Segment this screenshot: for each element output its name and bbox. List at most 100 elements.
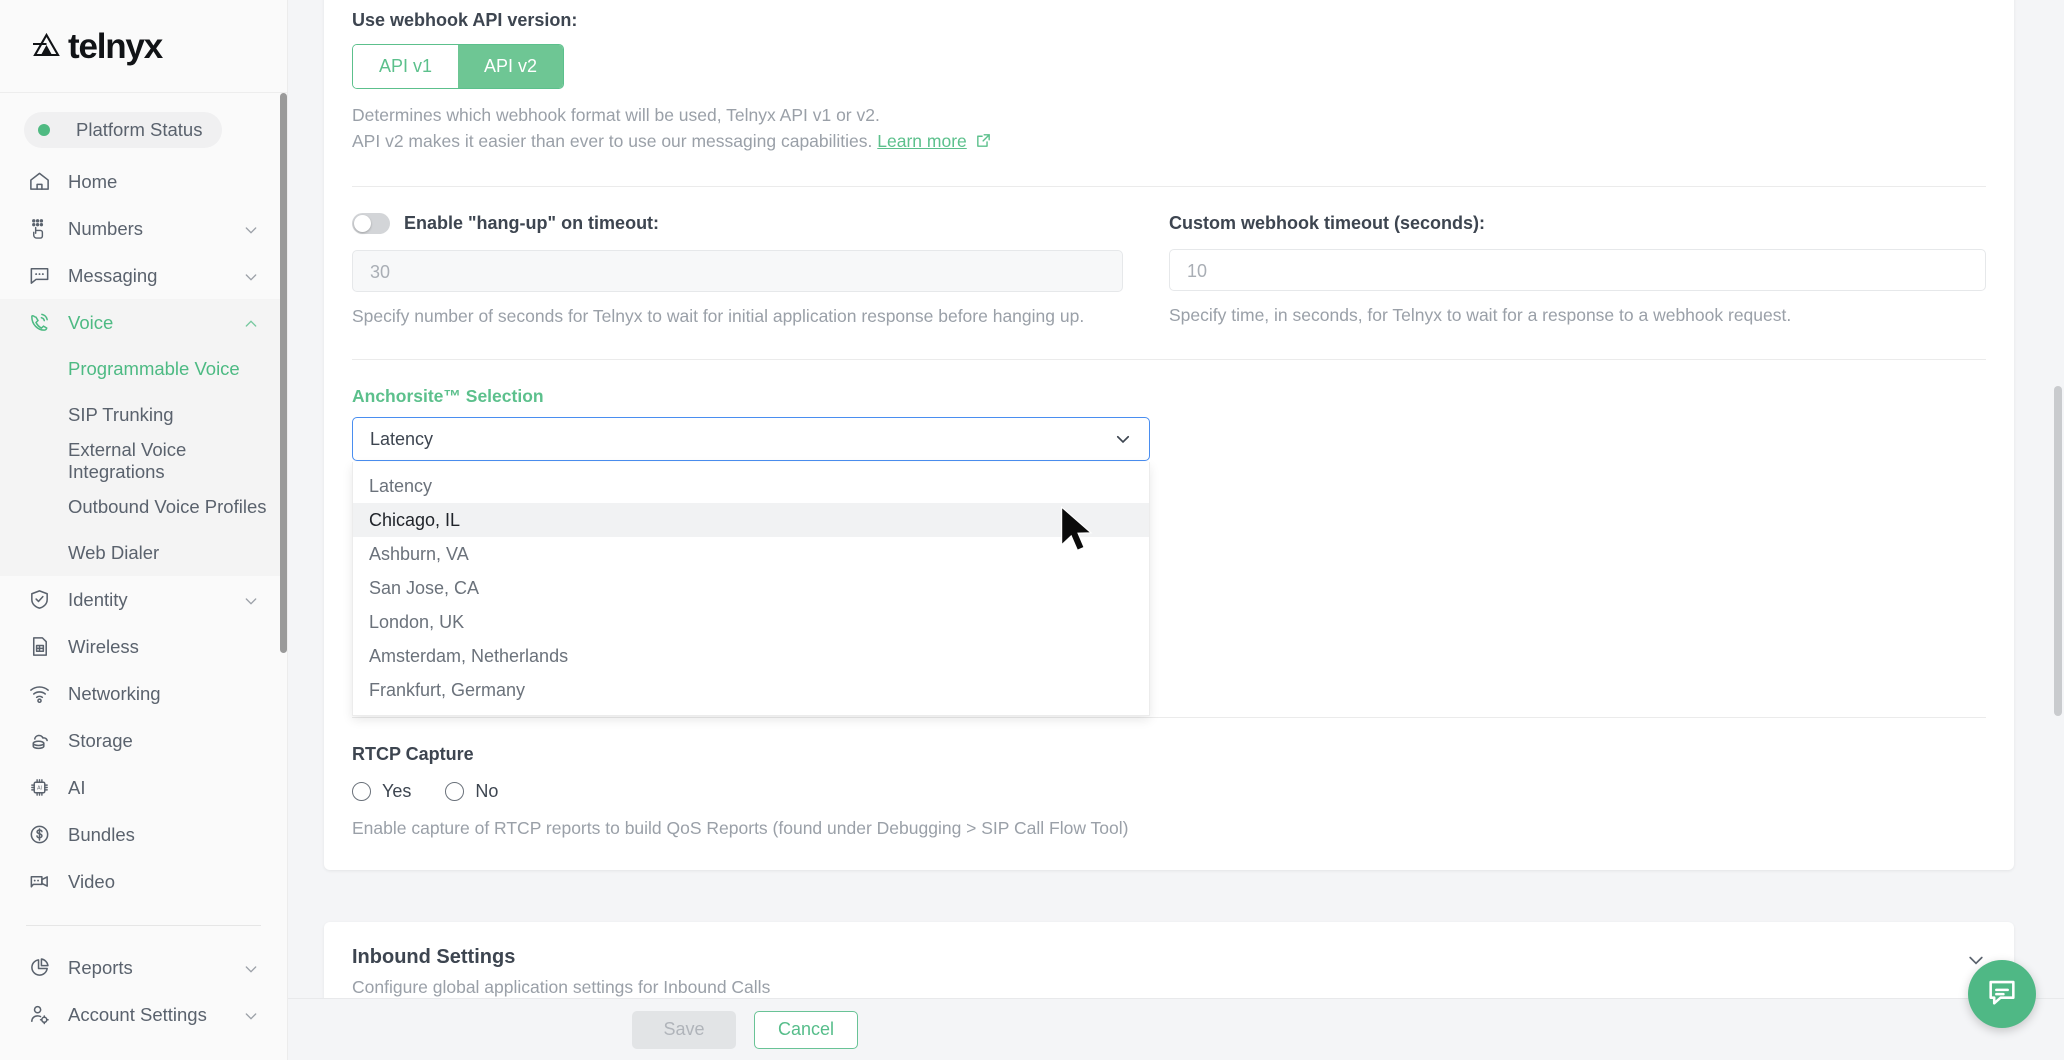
rtcp-section: RTCP Capture Yes No Enable capture of RT… — [352, 718, 1986, 869]
sidebar-item-numbers[interactable]: Numbers — [0, 205, 287, 252]
anchorsite-option-amsterdam-netherlands[interactable]: Amsterdam, Netherlands — [353, 639, 1149, 673]
sidebar-item-label: AI — [68, 777, 259, 799]
inbound-settings-header[interactable]: Inbound Settings Configure global applic… — [352, 946, 1986, 998]
chat-widget-button[interactable] — [1968, 960, 2036, 1028]
sidebar-subitem-label: Outbound Voice Profiles — [68, 496, 267, 518]
outbound-settings-card: Use webhook API version: API v1 API v2 D… — [324, 0, 2014, 870]
webhook-timeout-help: Specify time, in seconds, for Telnyx to … — [1169, 303, 1986, 328]
webhook-version-help-line1: Determines which webhook format will be … — [352, 103, 1986, 128]
sidebar-subitem-programmable-voice[interactable]: Programmable Voice — [0, 346, 287, 392]
page-scrollbar-thumb[interactable] — [2054, 386, 2062, 716]
webhook-version-help-line2: API v2 makes it easier than ever to use … — [352, 129, 1986, 156]
cancel-button[interactable]: Cancel — [754, 1011, 858, 1049]
sidebar-item-video[interactable]: Video — [0, 858, 287, 905]
sidebar-item-label: Numbers — [68, 218, 243, 240]
sidebar-subitem-outbound-voice-profiles[interactable]: Outbound Voice Profiles — [0, 484, 287, 530]
sidebar-nav: Platform Status Home — [0, 93, 287, 1060]
sidebar-subitem-label: Web Dialer — [68, 542, 159, 564]
sidebar-subitem-sip-trunking[interactable]: SIP Trunking — [0, 392, 287, 438]
user-gear-icon — [24, 1002, 54, 1028]
sidebar-item-storage[interactable]: Storage — [0, 717, 287, 764]
timeout-row: Enable "hang-up" on timeout: 30 Specify … — [352, 187, 1986, 329]
anchorsite-option-chicago-il[interactable]: Chicago, IL — [353, 503, 1149, 537]
rtcp-help: Enable capture of RTCP reports to build … — [352, 816, 1986, 841]
sidebar-item-messaging[interactable]: Messaging — [0, 252, 287, 299]
wifi-icon — [24, 681, 54, 707]
toggle-knob — [354, 215, 371, 232]
sidebar-subitem-external-voice-integrations[interactable]: External Voice Integrations — [0, 438, 287, 484]
telnyx-logo[interactable]: telnyx — [30, 29, 162, 64]
chevron-down-icon — [1114, 430, 1132, 448]
chevron-down-icon — [243, 221, 259, 237]
phone-wave-icon — [24, 310, 54, 336]
sidebar-item-wireless[interactable]: Wireless — [0, 623, 287, 670]
api-v2-option[interactable]: API v2 — [458, 45, 563, 88]
sidebar-subitem-web-dialer[interactable]: Web Dialer — [0, 530, 287, 576]
webhook-version-label: Use webhook API version: — [352, 10, 1986, 31]
svg-text:AI: AI — [37, 786, 42, 792]
inbound-settings-title: Inbound Settings — [352, 946, 770, 969]
learn-more-link[interactable]: Learn more — [877, 131, 967, 151]
hangup-column: Enable "hang-up" on timeout: 30 Specify … — [352, 213, 1169, 329]
save-button[interactable]: Save — [632, 1011, 736, 1049]
message-bubble-icon — [24, 263, 54, 289]
sidebar-scrollbar[interactable] — [279, 93, 287, 1060]
logo-wordmark: telnyx — [68, 29, 162, 64]
anchorsite-option-san-jose-ca[interactable]: San Jose, CA — [353, 571, 1149, 605]
webhook-version-toggle[interactable]: API v1 API v2 — [352, 44, 564, 89]
hangup-toggle[interactable] — [352, 213, 390, 234]
page-scrollbar[interactable] — [2052, 0, 2064, 1060]
platform-status-label: Platform Status — [76, 119, 202, 141]
form-action-bar: Save Cancel — [288, 998, 2064, 1060]
main-content: Use webhook API version: API v1 API v2 D… — [288, 0, 2064, 1060]
rtcp-option-label: Yes — [382, 781, 411, 802]
anchorsite-option-london-uk[interactable]: London, UK — [353, 605, 1149, 639]
sidebar-item-identity[interactable]: Identity — [0, 576, 287, 623]
shield-check-icon — [24, 587, 54, 613]
sidebar-subitem-label: External Voice Integrations — [68, 439, 287, 483]
sidebar-item-reports[interactable]: Reports — [0, 944, 287, 991]
sidebar-scrollbar-thumb[interactable] — [280, 93, 287, 653]
anchorsite-option-frankfurt-germany[interactable]: Frankfurt, Germany — [353, 673, 1149, 707]
chevron-down-icon — [243, 960, 259, 976]
rtcp-radio-group: Yes No — [352, 781, 1986, 802]
sidebar-item-account-settings[interactable]: Account Settings — [0, 991, 287, 1038]
ai-chip-icon: AI — [24, 775, 54, 801]
chevron-down-icon — [243, 592, 259, 608]
sidebar-item-label: Networking — [68, 683, 259, 705]
api-v1-option[interactable]: API v1 — [353, 45, 458, 88]
sidebar-subitem-label: Programmable Voice — [68, 358, 240, 380]
sidebar-group-voice: Voice Programmable Voice SIP Trunking Ex… — [0, 299, 287, 576]
hangup-seconds-input[interactable]: 30 — [352, 250, 1123, 292]
sidebar-item-label: Messaging — [68, 265, 243, 287]
cloud-storage-icon — [24, 728, 54, 754]
sidebar: telnyx Platform Status Home — [0, 0, 288, 1060]
webhook-version-section: Use webhook API version: API v1 API v2 D… — [352, 0, 1986, 156]
sidebar-item-networking[interactable]: Networking — [0, 670, 287, 717]
sidebar-item-home[interactable]: Home — [0, 158, 287, 205]
anchorsite-option-latency[interactable]: Latency — [353, 469, 1149, 503]
sidebar-item-voice[interactable]: Voice — [0, 299, 287, 346]
home-icon — [24, 169, 54, 195]
sidebar-item-platform-status[interactable]: Platform Status — [0, 110, 287, 150]
webhook-timeout-input[interactable]: 10 — [1169, 249, 1986, 291]
rtcp-label: RTCP Capture — [352, 744, 1986, 765]
external-link-icon — [975, 131, 992, 156]
anchorsite-section: Anchorsite™ Selection Latency Latency Ch… — [352, 360, 1986, 687]
sidebar-item-ai[interactable]: AI AI — [0, 764, 287, 811]
inbound-settings-subtitle: Configure global application settings fo… — [352, 977, 770, 998]
rtcp-option-yes[interactable]: Yes — [352, 781, 411, 802]
sidebar-item-bundles[interactable]: Bundles — [0, 811, 287, 858]
video-camera-icon — [24, 869, 54, 895]
status-dot-icon — [38, 124, 50, 136]
webhook-timeout-label: Custom webhook timeout (seconds): — [1169, 213, 1986, 234]
rtcp-option-no[interactable]: No — [445, 781, 498, 802]
anchorsite-option-ashburn-va[interactable]: Ashburn, VA — [353, 537, 1149, 571]
pie-chart-icon — [24, 955, 54, 981]
anchorsite-selected-value: Latency — [370, 429, 433, 450]
anchorsite-dropdown: Latency Chicago, IL Ashburn, VA San Jose… — [352, 462, 1150, 716]
anchorsite-select[interactable]: Latency — [352, 417, 1150, 461]
radio-circle-icon — [445, 782, 464, 801]
sidebar-item-label: Wireless — [68, 636, 259, 658]
sidebar-item-label: Voice — [68, 312, 243, 334]
